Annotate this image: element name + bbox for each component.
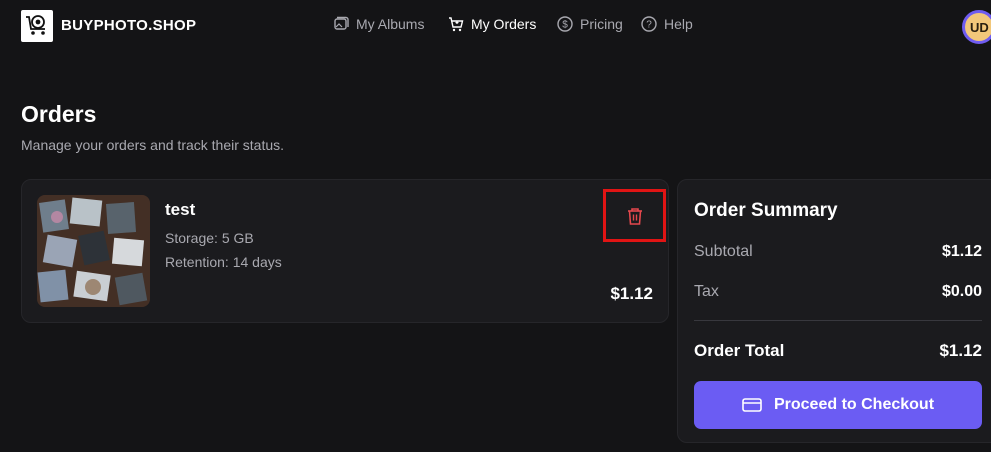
trash-icon [627, 207, 642, 225]
order-item-name: test [165, 200, 196, 219]
order-item-card: test Storage: 5 GB Retention: 14 days $1… [21, 179, 669, 323]
order-summary-card: Order Summary Subtotal $1.12 Tax $0.00 O… [677, 179, 991, 443]
summary-title: Order Summary [694, 200, 838, 221]
order-item-price: $1.12 [610, 284, 653, 303]
order-total-value: $1.12 [939, 341, 982, 360]
summary-divider [694, 320, 982, 321]
order-item-retention: Retention: 14 days [165, 254, 282, 270]
user-avatar[interactable]: UD [962, 10, 991, 44]
dollar-circle-icon: $ [557, 16, 573, 32]
delete-item-button[interactable] [603, 189, 666, 242]
svg-text:$: $ [562, 20, 568, 31]
albums-icon [333, 16, 349, 32]
tax-value: $0.00 [941, 283, 982, 300]
credit-card-icon [742, 397, 762, 413]
nav-my-albums[interactable]: My Albums [333, 16, 424, 32]
nav-label: My Albums [356, 16, 425, 32]
subtotal-value: $1.12 [941, 243, 982, 260]
proceed-to-checkout-button[interactable]: Proceed to Checkout [694, 381, 982, 429]
page-title: Orders [21, 101, 97, 127]
brand-name[interactable]: BUYPHOTO.SHOP [61, 17, 196, 34]
top-nav-bar: BUYPHOTO.SHOP My Albums My Orders $ Pric… [0, 0, 991, 52]
album-thumbnail [37, 195, 150, 307]
help-circle-icon: ? [641, 16, 657, 32]
page-subtitle: Manage your orders and track their statu… [21, 137, 285, 153]
brand-logo[interactable] [21, 10, 53, 42]
subtotal-label: Subtotal [694, 243, 753, 260]
camera-cart-logo-icon [26, 15, 45, 35]
nav-my-orders[interactable]: My Orders [448, 16, 536, 32]
nav-label: Pricing [580, 16, 623, 32]
checkout-label: Proceed to Checkout [773, 396, 935, 413]
nav-label: My Orders [471, 16, 537, 32]
nav-label: Help [664, 16, 693, 32]
order-item-storage: Storage: 5 GB [165, 230, 254, 246]
nav-help[interactable]: ? Help [641, 16, 693, 32]
order-total-label: Order Total [694, 341, 785, 360]
tax-label: Tax [694, 283, 719, 300]
cart-icon [448, 16, 464, 32]
svg-text:?: ? [646, 20, 652, 31]
nav-pricing[interactable]: $ Pricing [557, 16, 623, 32]
